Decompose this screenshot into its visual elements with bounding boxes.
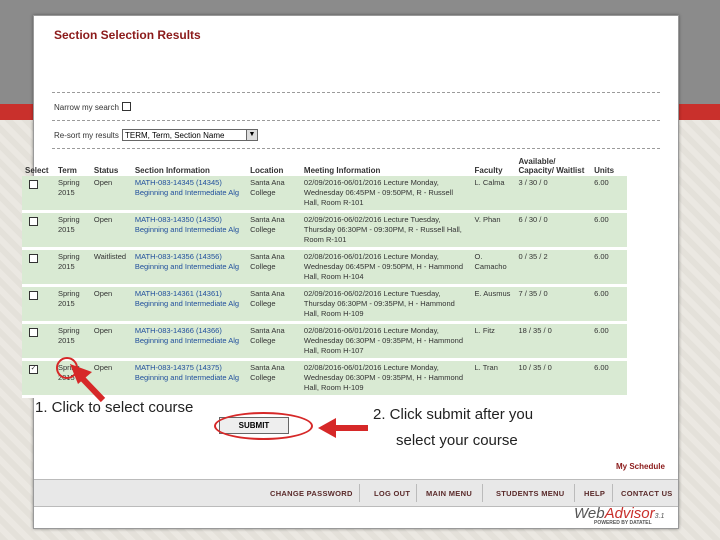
annotation-arrows <box>70 364 368 438</box>
arrow-head <box>318 418 336 438</box>
arrow-to-checkbox <box>77 373 106 403</box>
